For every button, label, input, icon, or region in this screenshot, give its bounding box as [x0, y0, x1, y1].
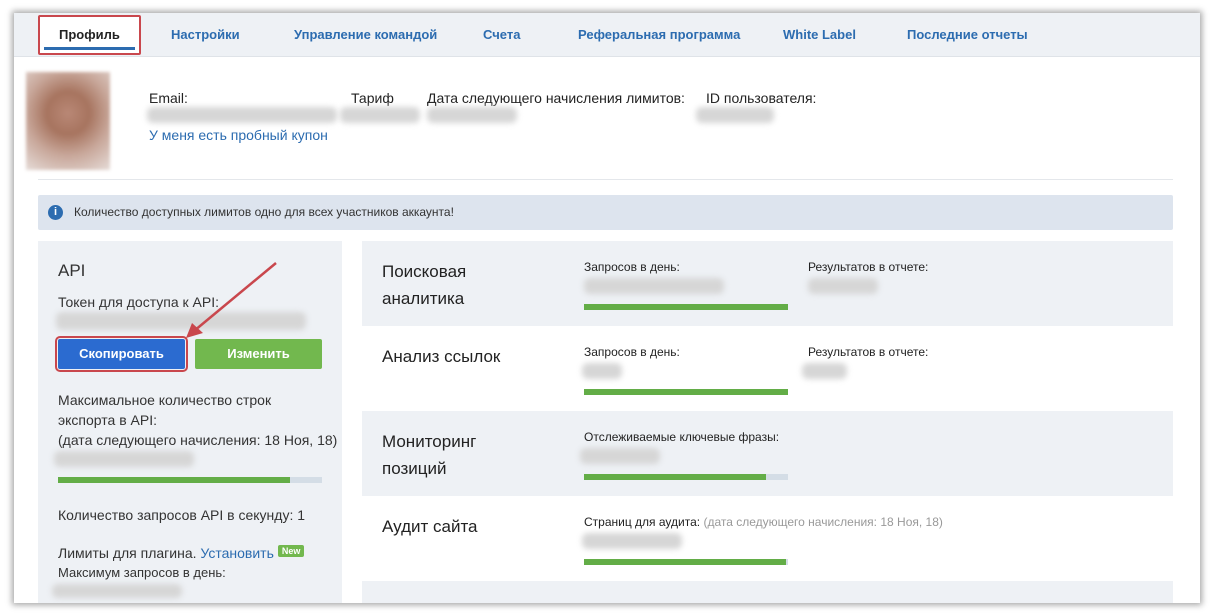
change-token-button[interactable]: Изменить	[195, 339, 322, 369]
audit-pages-label: Страниц для аудита: (дата следующего нач…	[584, 515, 943, 529]
api-rps-label: Количество запросов API в секунду: 1	[58, 507, 306, 523]
requests-per-day-label: Запросов в день:	[584, 345, 680, 359]
tariff-value-redacted	[340, 107, 420, 123]
max-rows-next-accrual: (дата следующего начисления: 18 Ноя, 18)	[58, 432, 338, 448]
requests-value-redacted	[584, 278, 724, 294]
tab-invoices[interactable]: Счета	[483, 13, 520, 57]
avatar	[26, 72, 110, 170]
email-label: Email:	[149, 90, 188, 106]
results-per-report-label: Результатов в отчете:	[808, 260, 929, 274]
tab-recent-reports[interactable]: Последние отчеты	[907, 13, 1028, 57]
card-title: Аудит сайта	[382, 513, 478, 540]
requests-per-day-label: Запросов в день:	[584, 260, 680, 274]
results-value-redacted	[802, 363, 847, 379]
card-site-audit: Аудит сайта Страниц для аудита: (дата сл…	[362, 496, 1173, 581]
tracked-keywords-label: Отслеживаемые ключевые фразы:	[584, 430, 780, 444]
card-title: Анализ ссылок	[382, 343, 500, 370]
limits-info-alert: i Количество доступных лимитов одно для …	[38, 195, 1173, 230]
info-icon: i	[48, 205, 63, 220]
new-badge: New	[277, 545, 305, 557]
tracked-keywords-value-redacted	[580, 448, 660, 464]
audit-pages-value-redacted	[582, 533, 682, 549]
tab-profile[interactable]: Профиль	[38, 15, 141, 55]
api-token-value-redacted	[56, 312, 306, 330]
card-progress-bar	[584, 559, 788, 565]
results-per-report-label: Результатов в отчете:	[808, 345, 929, 359]
api-title: API	[58, 261, 86, 280]
max-rows-progress-fill	[58, 477, 291, 483]
tab-settings[interactable]: Настройки	[171, 13, 240, 57]
tab-team-management[interactable]: Управление командой	[294, 13, 437, 57]
max-rows-label-line2: экспорта в API:	[58, 412, 157, 428]
results-value-redacted	[808, 278, 878, 294]
plugin-limits-label: Лимиты для плагина.	[58, 545, 197, 561]
card-progress-fill	[584, 389, 788, 395]
max-requests-label: Максимум запросов в день:	[58, 565, 226, 580]
tab-bar: Профиль Настройки Управление командой Сч…	[14, 13, 1200, 57]
card-link-analysis: Анализ ссылок Запросов в день: Результат…	[362, 326, 1173, 411]
card-progress-bar	[584, 304, 788, 310]
max-rows-progress-bar	[58, 477, 322, 483]
card-progress-bar	[584, 389, 788, 395]
requests-value-redacted	[582, 363, 622, 379]
card-next-partial	[362, 581, 1173, 603]
card-title-line1: Аудит сайта	[382, 517, 478, 536]
copy-token-button[interactable]: Скопировать	[55, 336, 188, 372]
card-title: Мониторинг позиций	[382, 428, 476, 482]
max-rows-value-redacted	[54, 451, 194, 467]
user-id-label: ID пользователя:	[706, 90, 817, 106]
plugin-limits-row: Лимиты для плагина. Установить New	[58, 545, 305, 561]
max-rows-label-line1: Максимальное количество строк	[58, 392, 272, 408]
card-title-line1: Мониторинг	[382, 432, 477, 451]
card-progress-fill	[584, 474, 766, 480]
email-value-redacted	[147, 107, 337, 123]
tab-referral-program[interactable]: Реферальная программа	[578, 13, 740, 57]
trial-coupon-link[interactable]: У меня есть пробный купон	[149, 127, 328, 143]
card-title-line2: аналитика	[382, 289, 465, 308]
tariff-label: Тариф	[351, 90, 394, 106]
install-plugin-link[interactable]: Установить	[200, 545, 273, 561]
card-progress-bar	[584, 474, 788, 480]
tab-white-label[interactable]: White Label	[783, 13, 856, 57]
alert-text: Количество доступных лимитов одно для вс…	[74, 205, 454, 219]
api-token-label: Токен для доступа к API:	[58, 294, 219, 310]
max-requests-value-redacted	[52, 584, 182, 598]
next-limits-label: Дата следующего начисления лимитов:	[427, 90, 685, 106]
api-panel: API Токен для доступа к API: Скопировать…	[38, 241, 342, 603]
next-limits-value-redacted	[427, 107, 517, 123]
card-position-monitoring: Мониторинг позиций Отслеживаемые ключевы…	[362, 411, 1173, 496]
card-title-line1: Анализ ссылок	[382, 347, 501, 366]
profile-page: Профиль Настройки Управление командой Сч…	[14, 13, 1200, 603]
card-title-line1: Поисковая	[382, 262, 467, 281]
divider	[38, 179, 1173, 180]
audit-next-accrual: (дата следующего начисления: 18 Ноя, 18)	[703, 515, 943, 529]
audit-pages-label-text: Страниц для аудита:	[584, 515, 701, 529]
card-title-line2: позиций	[382, 459, 447, 478]
card-progress-fill	[584, 559, 786, 565]
card-progress-fill	[584, 304, 788, 310]
card-search-analytics: Поисковая аналитика Запросов в день: Рез…	[362, 241, 1173, 326]
card-title: Поисковая аналитика	[382, 258, 466, 312]
user-id-value-redacted	[696, 107, 774, 123]
